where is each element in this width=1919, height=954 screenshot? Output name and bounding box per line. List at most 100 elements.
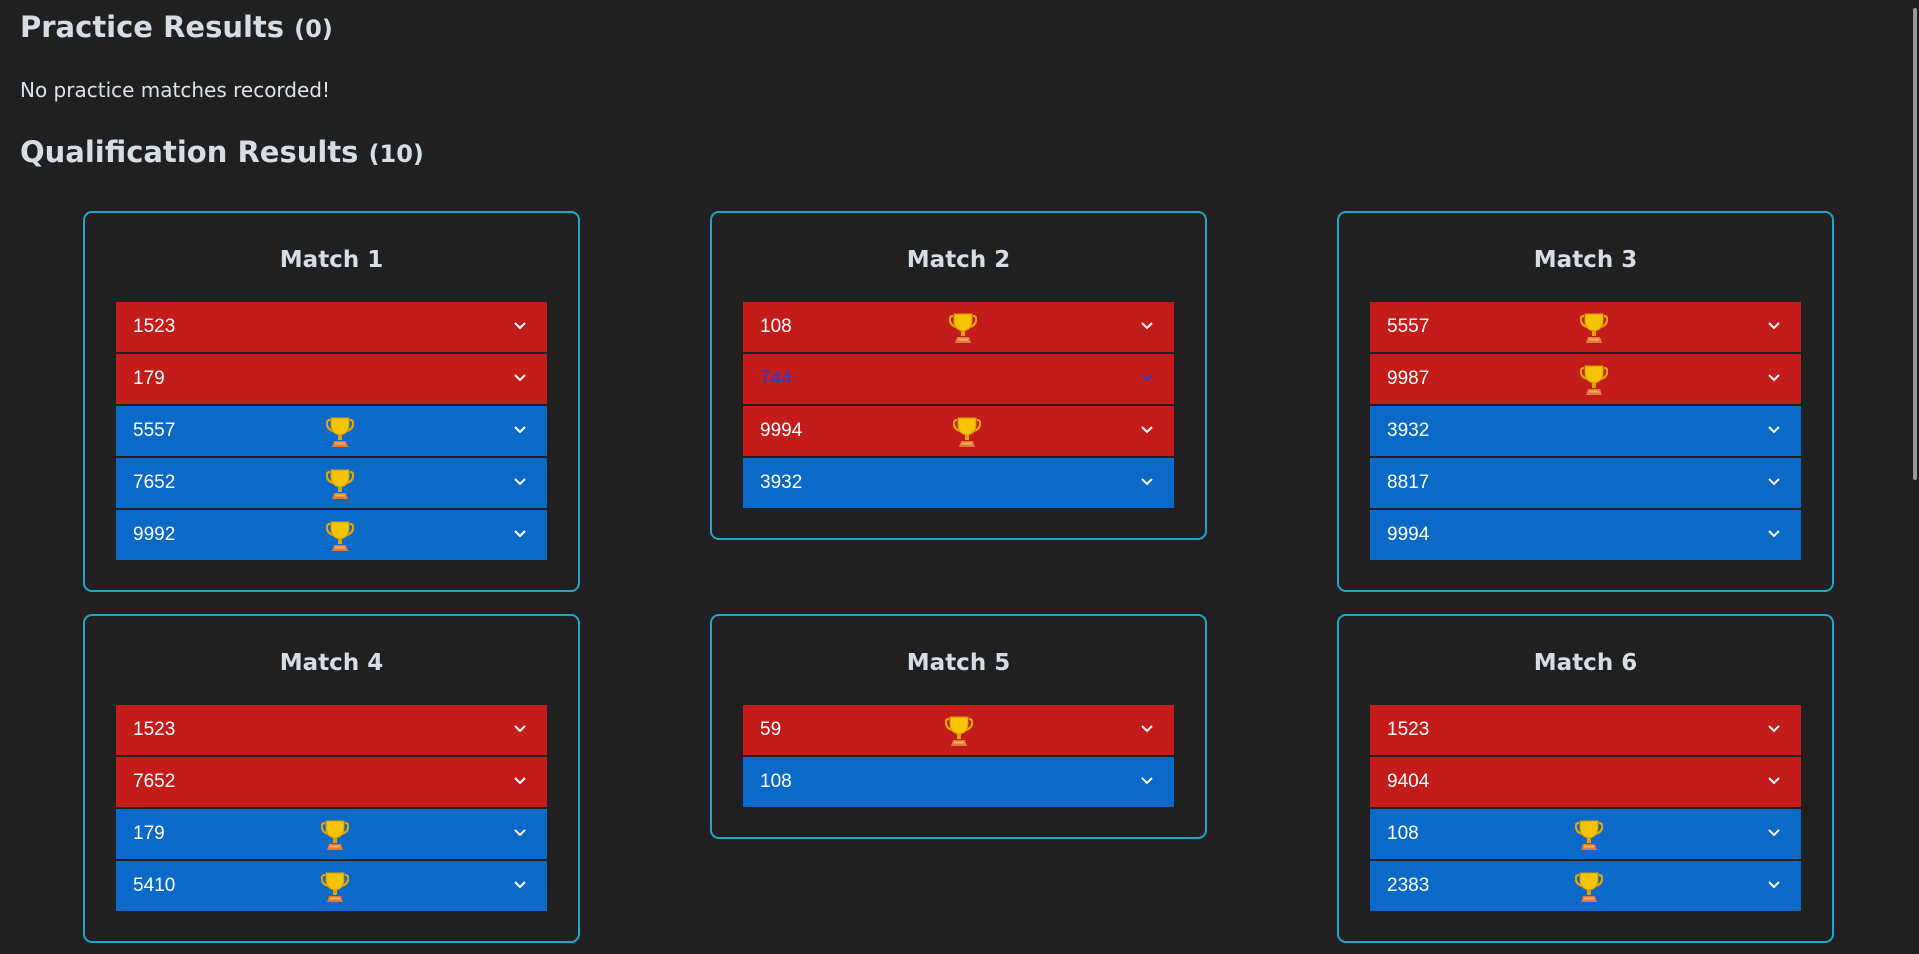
chevron-down-icon[interactable] (1767, 774, 1781, 788)
chevron-down-icon[interactable] (513, 826, 527, 840)
team-row[interactable]: 2383 (1370, 861, 1801, 911)
team-row[interactable]: 5410 (116, 861, 547, 911)
team-number[interactable]: 59 (760, 719, 781, 741)
team-list: 1523 179 5557 7652 9992 (116, 302, 547, 560)
page-scrollbar[interactable] (1911, 0, 1919, 954)
trophy-icon (1580, 313, 1608, 343)
team-number[interactable]: 2383 (1387, 875, 1429, 897)
chevron-down-icon[interactable] (513, 319, 527, 333)
qualification-results-count: (10) (368, 140, 424, 168)
team-row[interactable]: 1523 (116, 302, 547, 352)
qualification-results-heading: Qualification Results (10) (20, 135, 424, 169)
team-row[interactable]: 59 (743, 705, 1174, 755)
trophy-icon (321, 820, 349, 850)
team-number[interactable]: 1523 (133, 719, 175, 741)
chevron-down-icon[interactable] (1140, 319, 1154, 333)
team-row[interactable]: 9994 (1370, 510, 1801, 560)
team-number[interactable]: 3932 (1387, 420, 1429, 442)
team-list: 59 108 (743, 705, 1174, 807)
team-number[interactable]: 9404 (1387, 771, 1429, 793)
team-row[interactable]: 5557 (1370, 302, 1801, 352)
chevron-down-icon[interactable] (513, 774, 527, 788)
chevron-down-icon[interactable] (513, 423, 527, 437)
team-number[interactable]: 179 (133, 368, 165, 390)
trophy-icon (945, 716, 973, 746)
team-row[interactable]: 744 (743, 354, 1174, 404)
trophy-icon (321, 872, 349, 902)
match-card: Match 3 5557 9987 3932 8817 9994 (1337, 211, 1834, 592)
chevron-down-icon[interactable] (1767, 371, 1781, 385)
team-row[interactable]: 108 (743, 302, 1174, 352)
chevron-down-icon[interactable] (513, 878, 527, 892)
chevron-down-icon[interactable] (513, 722, 527, 736)
match-card: Match 1 1523 179 5557 7652 9992 (83, 211, 580, 592)
team-number[interactable]: 9987 (1387, 368, 1429, 390)
trophy-icon (1580, 365, 1608, 395)
team-number[interactable]: 108 (760, 316, 792, 338)
results-page: Practice Results (0) No practice matches… (0, 0, 1919, 954)
chevron-down-icon[interactable] (1767, 527, 1781, 541)
team-number[interactable]: 9992 (133, 524, 175, 546)
team-list: 5557 9987 3932 8817 9994 (1370, 302, 1801, 560)
team-number[interactable]: 5557 (133, 420, 175, 442)
team-row[interactable]: 7652 (116, 757, 547, 807)
team-row[interactable]: 9987 (1370, 354, 1801, 404)
team-number[interactable]: 179 (133, 823, 165, 845)
chevron-down-icon[interactable] (1767, 722, 1781, 736)
team-row[interactable]: 1523 (116, 705, 547, 755)
team-row[interactable]: 8817 (1370, 458, 1801, 508)
team-row[interactable]: 9994 (743, 406, 1174, 456)
chevron-down-icon[interactable] (1767, 319, 1781, 333)
chevron-down-icon[interactable] (1140, 371, 1154, 385)
trophy-icon (1575, 820, 1603, 850)
team-row[interactable]: 1523 (1370, 705, 1801, 755)
chevron-down-icon[interactable] (1767, 423, 1781, 437)
team-number[interactable]: 108 (760, 771, 792, 793)
practice-results-count: (0) (294, 15, 333, 43)
team-row[interactable]: 3932 (743, 458, 1174, 508)
chevron-down-icon[interactable] (513, 475, 527, 489)
team-number[interactable]: 5557 (1387, 316, 1429, 338)
practice-results-heading: Practice Results (0) (20, 10, 333, 44)
team-number[interactable]: 7652 (133, 472, 175, 494)
team-number[interactable]: 5410 (133, 875, 175, 897)
team-row[interactable]: 7652 (116, 458, 547, 508)
scrollbar-thumb[interactable] (1913, 8, 1917, 480)
team-row[interactable]: 5557 (116, 406, 547, 456)
chevron-down-icon[interactable] (1140, 722, 1154, 736)
chevron-down-icon[interactable] (1767, 878, 1781, 892)
match-title: Match 5 (906, 650, 1011, 676)
team-row[interactable]: 179 (116, 354, 547, 404)
team-number[interactable]: 9994 (760, 420, 802, 442)
match-card: Match 2 108 744 9994 3932 (710, 211, 1207, 540)
trophy-icon (949, 313, 977, 343)
team-row[interactable]: 3932 (1370, 406, 1801, 456)
chevron-down-icon[interactable] (1767, 475, 1781, 489)
chevron-down-icon[interactable] (513, 371, 527, 385)
team-list: 1523 7652 179 5410 (116, 705, 547, 911)
team-number[interactable]: 1523 (1387, 719, 1429, 741)
team-row[interactable]: 108 (743, 757, 1174, 807)
team-list: 1523 9404 108 2383 (1370, 705, 1801, 911)
match-title: Match 6 (1533, 650, 1638, 676)
trophy-icon (326, 469, 354, 499)
match-title: Match 3 (1533, 247, 1638, 273)
team-number[interactable]: 7652 (133, 771, 175, 793)
trophy-icon (326, 521, 354, 551)
match-title: Match 2 (906, 247, 1011, 273)
team-number[interactable]: 744 (760, 368, 792, 390)
chevron-down-icon[interactable] (1140, 774, 1154, 788)
team-number[interactable]: 8817 (1387, 472, 1429, 494)
chevron-down-icon[interactable] (1140, 475, 1154, 489)
team-number[interactable]: 1523 (133, 316, 175, 338)
team-row[interactable]: 179 (116, 809, 547, 859)
team-number[interactable]: 9994 (1387, 524, 1429, 546)
chevron-down-icon[interactable] (1767, 826, 1781, 840)
team-number[interactable]: 108 (1387, 823, 1419, 845)
chevron-down-icon[interactable] (1140, 423, 1154, 437)
team-number[interactable]: 3932 (760, 472, 802, 494)
chevron-down-icon[interactable] (513, 527, 527, 541)
team-row[interactable]: 108 (1370, 809, 1801, 859)
team-row[interactable]: 9404 (1370, 757, 1801, 807)
team-row[interactable]: 9992 (116, 510, 547, 560)
